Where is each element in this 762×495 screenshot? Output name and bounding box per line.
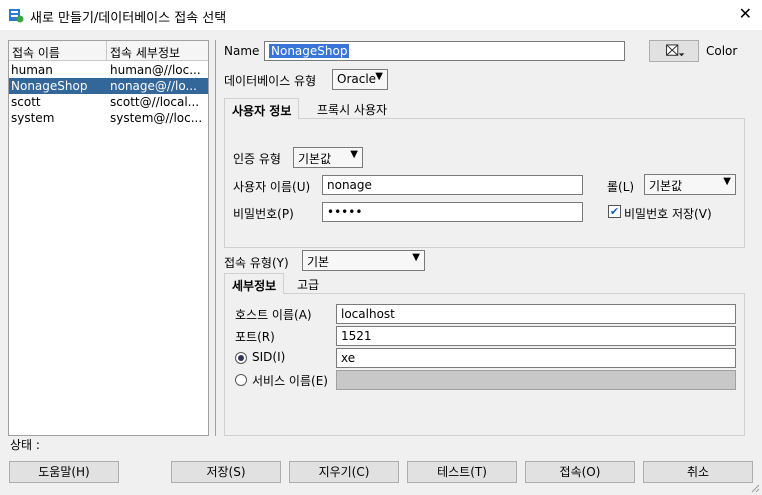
save-button[interactable]: 저장(S) bbox=[171, 461, 281, 483]
clear-button[interactable]: 지우기(C) bbox=[289, 461, 399, 483]
new-connection-dialog: 새로 만들기/데이터베이스 접속 선택 ✕ 접속 이름 접속 세부정보 huma… bbox=[0, 0, 762, 495]
title-bar: 새로 만들기/데이터베이스 접속 선택 ✕ bbox=[0, 0, 762, 30]
conn-type-value: 기본 bbox=[307, 255, 330, 269]
column-header-connection-detail[interactable]: 접속 세부정보 bbox=[107, 41, 208, 61]
color-picker-button[interactable] bbox=[649, 40, 699, 62]
close-icon[interactable]: ✕ bbox=[739, 4, 752, 24]
conn-type-select[interactable]: 기본 ▼ bbox=[302, 250, 425, 271]
connection-name: NonageShop bbox=[11, 79, 88, 93]
column-header-connection-name[interactable]: 접속 이름 bbox=[9, 41, 107, 61]
auth-type-select[interactable]: 기본값 ▼ bbox=[293, 147, 363, 168]
auth-type-value: 기본값 bbox=[298, 152, 332, 166]
tab-proxy-user[interactable]: 프록시 사용자 bbox=[310, 98, 394, 121]
radio-selected-dot bbox=[238, 355, 244, 361]
role-label: 롤(L) bbox=[607, 180, 635, 194]
connection-name: system bbox=[11, 111, 55, 125]
connection-detail: nonage@//lo... bbox=[110, 79, 197, 93]
resize-grip-icon[interactable] bbox=[750, 483, 760, 493]
name-field[interactable]: NonageShop bbox=[264, 41, 625, 61]
list-item[interactable]: human human@//loc... bbox=[9, 62, 208, 78]
test-button[interactable]: 테스트(T) bbox=[407, 461, 517, 483]
port-label: 포트(R) bbox=[235, 330, 275, 344]
chevron-down-icon: ▼ bbox=[412, 252, 420, 263]
list-item[interactable]: system system@//loc... bbox=[9, 110, 208, 126]
role-value: 기본값 bbox=[649, 179, 683, 193]
service-name-radio[interactable] bbox=[235, 374, 247, 386]
sid-radio[interactable] bbox=[235, 352, 247, 364]
host-field[interactable]: localhost bbox=[336, 304, 736, 324]
role-select[interactable]: 기본값 ▼ bbox=[644, 174, 736, 195]
host-label: 호스트 이름(A) bbox=[235, 308, 312, 322]
chevron-down-icon: ▼ bbox=[350, 149, 358, 160]
connection-name: human bbox=[11, 63, 53, 77]
username-field[interactable]: nonage bbox=[322, 175, 583, 195]
dbtype-select[interactable]: Oracle ▼ bbox=[332, 69, 388, 90]
connect-button[interactable]: 접속(O) bbox=[525, 461, 635, 483]
database-app-icon bbox=[9, 9, 24, 23]
connection-detail: system@//loc... bbox=[110, 111, 203, 125]
color-swatch-icon bbox=[666, 44, 685, 57]
conn-type-label: 접속 유형(Y) bbox=[224, 256, 289, 270]
service-name-field[interactable] bbox=[336, 370, 736, 390]
password-label: 비밀번호(P) bbox=[233, 207, 294, 221]
username-label: 사용자 이름(U) bbox=[233, 180, 311, 194]
list-item[interactable]: scott scott@//local... bbox=[9, 94, 208, 110]
color-label: Color bbox=[706, 44, 738, 58]
connection-detail: scott@//local... bbox=[110, 95, 200, 109]
sid-label: SID(I) bbox=[252, 350, 286, 364]
pane-splitter[interactable] bbox=[215, 40, 216, 436]
cancel-button[interactable]: 취소 bbox=[643, 461, 753, 483]
save-password-label: 비밀번호 저장(V) bbox=[624, 207, 712, 221]
connection-detail: human@//loc... bbox=[110, 63, 201, 77]
help-button[interactable]: 도움말(H) bbox=[9, 461, 119, 483]
dbtype-label: 데이터베이스 유형 bbox=[224, 74, 317, 88]
chevron-down-icon: ▼ bbox=[375, 71, 383, 82]
password-field[interactable]: ••••• bbox=[322, 202, 583, 222]
name-label: Name bbox=[224, 44, 260, 58]
status-label: 상태 : bbox=[10, 438, 40, 452]
tab-advanced[interactable]: 고급 bbox=[290, 273, 326, 296]
tab-user-info[interactable]: 사용자 정보 bbox=[224, 98, 300, 119]
save-password-checkbox[interactable]: ✔ bbox=[608, 205, 621, 218]
auth-type-label: 인증 유형 bbox=[233, 152, 281, 166]
connection-name: scott bbox=[11, 95, 41, 109]
sid-field[interactable]: xe bbox=[336, 348, 736, 368]
window-title: 새로 만들기/데이터베이스 접속 선택 bbox=[30, 11, 227, 26]
chevron-down-icon: ▼ bbox=[723, 176, 731, 187]
tab-details[interactable]: 세부정보 bbox=[224, 273, 285, 294]
connection-list[interactable]: 접속 이름 접속 세부정보 human human@//loc... Nonag… bbox=[8, 40, 209, 436]
service-name-label: 서비스 이름(E) bbox=[252, 374, 328, 388]
port-field[interactable]: 1521 bbox=[336, 326, 736, 346]
name-value: NonageShop bbox=[269, 44, 350, 58]
list-item-selected[interactable]: NonageShop nonage@//lo... bbox=[9, 78, 208, 94]
dbtype-value: Oracle bbox=[337, 72, 377, 86]
